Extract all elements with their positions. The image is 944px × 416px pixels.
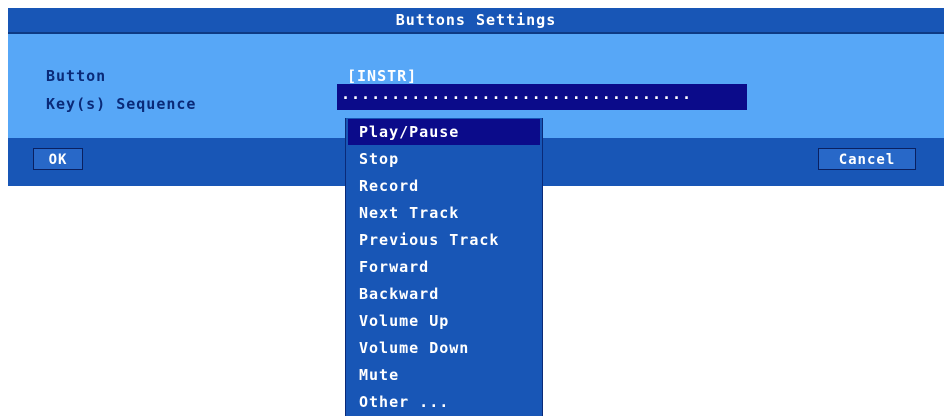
dropdown-option-backward[interactable]: Backward <box>348 281 540 307</box>
dropdown-option-other[interactable]: Other ... <box>348 389 540 415</box>
ok-button[interactable]: OK <box>33 148 83 170</box>
dropdown-option-play-pause[interactable]: Play/Pause <box>348 119 540 145</box>
dropdown-option-previous-track[interactable]: Previous Track <box>348 227 540 253</box>
dropdown-option-stop[interactable]: Stop <box>348 146 540 172</box>
key-sequence-input[interactable]: ................................... <box>337 84 747 110</box>
dropdown-option-volume-down[interactable]: Volume Down <box>348 335 540 361</box>
dropdown-option-volume-up[interactable]: Volume Up <box>348 308 540 334</box>
title-bar-divider <box>8 32 944 34</box>
cancel-button[interactable]: Cancel <box>818 148 916 170</box>
dialog-title: Buttons Settings <box>8 8 944 32</box>
key-sequence-label: Key(s) Sequence <box>46 95 197 113</box>
button-field-value[interactable]: [INSTR] <box>347 66 417 86</box>
dropdown-option-next-track[interactable]: Next Track <box>348 200 540 226</box>
dropdown-option-forward[interactable]: Forward <box>348 254 540 280</box>
button-field-label: Button <box>46 67 107 85</box>
dropdown-option-mute[interactable]: Mute <box>348 362 540 388</box>
key-sequence-dropdown: Play/Pause Stop Record Next Track Previo… <box>345 118 543 416</box>
dropdown-option-record[interactable]: Record <box>348 173 540 199</box>
